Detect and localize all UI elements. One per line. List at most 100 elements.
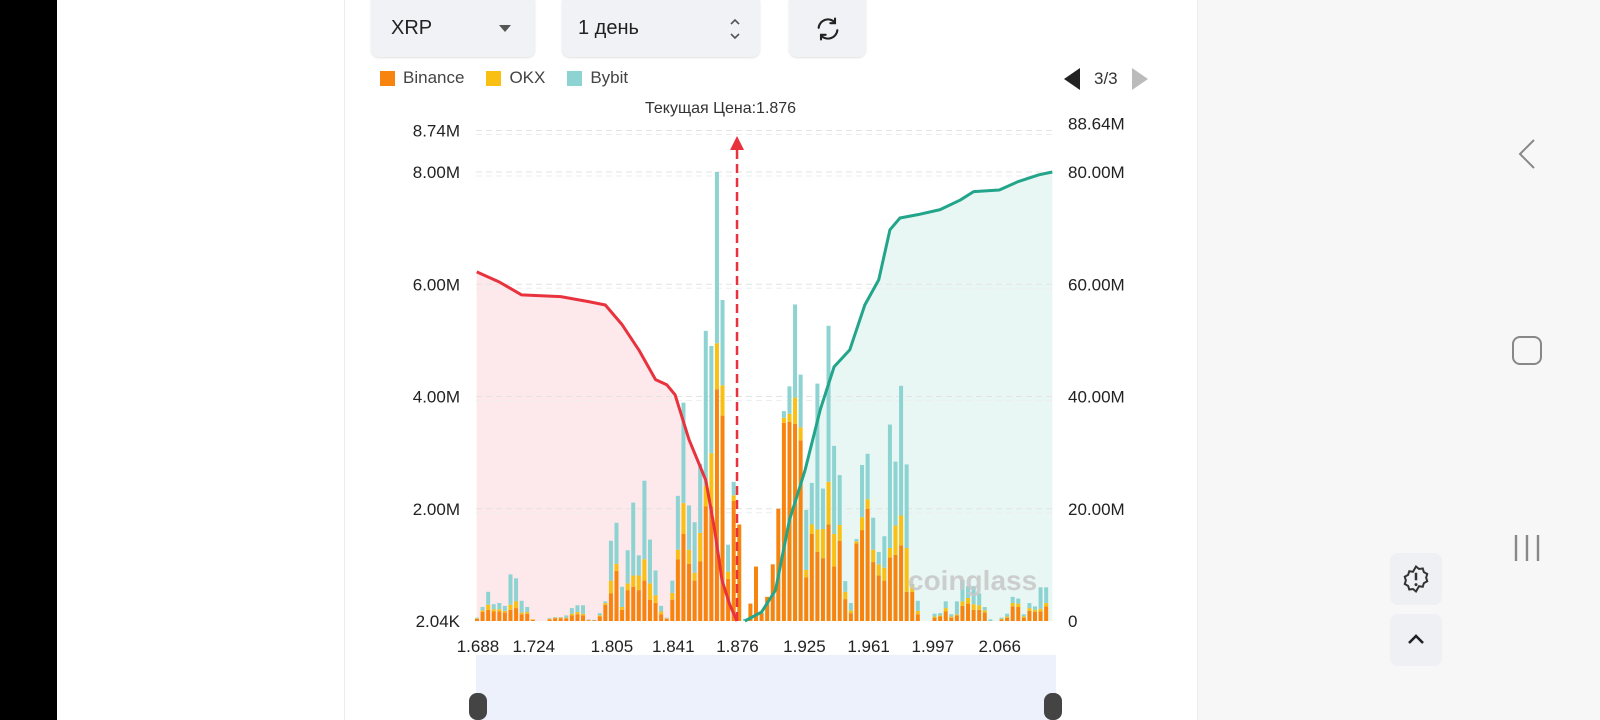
bar-okx xyxy=(809,524,814,535)
recents-icon[interactable] xyxy=(1512,533,1542,563)
bar-okx xyxy=(581,613,586,616)
bar-bybit xyxy=(653,570,658,596)
bar-okx xyxy=(876,564,881,576)
bar-bybit xyxy=(569,608,574,614)
bar-binance xyxy=(675,559,680,621)
bar-bybit xyxy=(714,172,719,344)
bar-bybit xyxy=(938,613,943,616)
bar-okx xyxy=(966,597,971,604)
bar-bybit xyxy=(625,550,630,584)
bar-bybit xyxy=(781,411,786,418)
x-tick-label: 1.805 xyxy=(591,637,634,656)
bar-binance xyxy=(703,506,708,621)
bar-okx xyxy=(653,595,658,604)
bar-bybit xyxy=(876,551,881,565)
y-right-tick-label: 40.00M xyxy=(1068,388,1125,407)
bar-binance xyxy=(826,524,831,621)
alert-button[interactable] xyxy=(1390,553,1442,605)
bar-bybit xyxy=(631,502,636,576)
bar-okx xyxy=(720,385,725,416)
bar-binance xyxy=(608,593,613,621)
bar-bybit xyxy=(597,613,602,616)
bar-okx xyxy=(954,614,959,616)
bar-binance xyxy=(491,611,496,621)
bar-bybit xyxy=(514,578,519,602)
home-icon[interactable] xyxy=(1512,336,1542,365)
bar-okx xyxy=(882,567,887,581)
bar-bybit xyxy=(564,615,569,618)
bar-binance xyxy=(1038,611,1043,621)
bar-okx xyxy=(932,616,937,618)
bar-bybit xyxy=(871,517,876,550)
bar-bybit xyxy=(508,574,513,605)
bar-okx xyxy=(547,618,552,620)
bar-binance xyxy=(798,440,803,621)
bar-okx xyxy=(530,619,535,620)
bar-okx xyxy=(820,528,825,559)
zoom-slider-left-handle[interactable] xyxy=(469,693,487,720)
bar-bybit xyxy=(1005,613,1010,617)
bar-okx xyxy=(647,583,652,600)
bar-bybit xyxy=(1033,606,1037,610)
bar-okx xyxy=(854,541,859,544)
x-tick-label: 1.724 xyxy=(513,637,556,656)
bar-bybit xyxy=(586,619,591,620)
bar-okx xyxy=(486,604,491,610)
bar-okx xyxy=(949,616,954,618)
bar-okx xyxy=(893,525,898,555)
bar-bybit xyxy=(854,539,859,542)
alert-badge-icon xyxy=(1403,564,1429,594)
bar-okx xyxy=(1044,603,1049,607)
bar-okx xyxy=(502,610,507,613)
bar-okx xyxy=(575,612,580,615)
bar-binance xyxy=(960,605,965,621)
bar-okx xyxy=(960,601,965,606)
bar-okx xyxy=(553,617,558,619)
x-tick-label: 1.876 xyxy=(716,637,759,656)
scroll-top-button[interactable] xyxy=(1390,614,1442,666)
bar-okx xyxy=(915,610,920,615)
bar-okx xyxy=(843,591,848,600)
system-nav-bar xyxy=(1480,0,1600,720)
cumulative-short-area xyxy=(476,271,738,621)
bar-okx xyxy=(508,604,513,610)
current-price-label: Текущая Цена:1.876 xyxy=(645,100,796,117)
bar-okx xyxy=(938,615,943,617)
bar-binance xyxy=(949,617,954,621)
bar-bybit xyxy=(820,488,825,529)
y-left-tick-label: 2.04K xyxy=(416,612,461,631)
zoom-slider-right-handle[interactable] xyxy=(1044,693,1062,720)
bar-okx xyxy=(787,413,792,422)
bar-binance xyxy=(569,615,574,621)
bar-bybit xyxy=(1044,587,1049,604)
bar-okx xyxy=(480,610,485,613)
bar-binance xyxy=(843,599,848,621)
bar-okx xyxy=(1027,608,1032,611)
bar-bybit xyxy=(787,386,792,414)
bar-bybit xyxy=(1016,598,1021,604)
bar-okx xyxy=(698,532,703,562)
bar-bybit xyxy=(899,385,904,516)
bar-bybit xyxy=(887,424,892,549)
bar-binance xyxy=(525,613,530,621)
bar-binance xyxy=(999,619,1004,621)
bar-bybit xyxy=(1021,614,1026,617)
back-icon[interactable] xyxy=(1516,138,1538,170)
bar-bybit xyxy=(726,544,731,572)
bar-binance xyxy=(714,389,719,621)
bar-binance xyxy=(893,554,898,621)
y-right-tick-label: 0 xyxy=(1068,612,1077,631)
bar-binance xyxy=(982,612,987,621)
bar-binance xyxy=(659,614,664,621)
bar-bybit xyxy=(793,304,798,398)
bar-binance xyxy=(597,616,602,621)
bar-bybit xyxy=(943,601,948,609)
bar-binance xyxy=(731,500,736,621)
current-price-arrow-icon xyxy=(730,136,745,150)
bar-binance xyxy=(486,609,491,621)
bar-bybit xyxy=(692,522,697,573)
zoom-slider-track[interactable] xyxy=(476,655,1056,720)
bar-bybit xyxy=(486,591,491,605)
bar-binance xyxy=(860,530,865,621)
bar-okx xyxy=(675,549,680,560)
